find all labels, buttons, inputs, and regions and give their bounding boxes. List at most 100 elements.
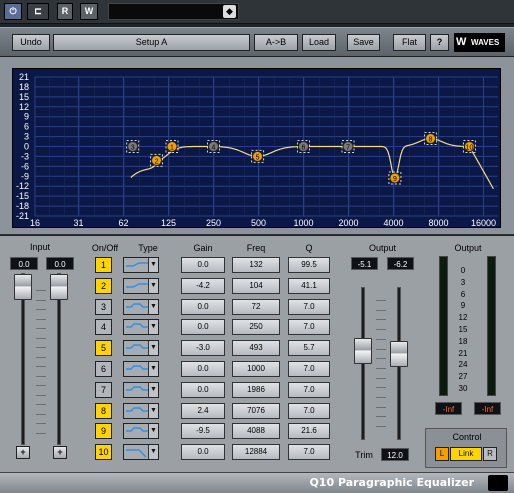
band-q-value[interactable]: 7.0	[288, 319, 330, 336]
eq-node[interactable]: 8	[424, 132, 438, 146]
eq-graph-canvas[interactable]: 211815129630-3-6-9-12-15-18-2116 31 62 125 2…	[13, 69, 502, 229]
band-freq-value[interactable]: 12884	[232, 444, 280, 461]
meter-peak-left[interactable]: -Inf	[435, 402, 462, 415]
eq-node[interactable]: 9	[388, 171, 402, 185]
automation-read-button[interactable]: R	[57, 3, 73, 20]
band-freq-value[interactable]: 1000	[232, 361, 280, 377]
triangle-down-icon[interactable]: ▼	[148, 341, 158, 356]
band-q-value[interactable]: 7.0	[288, 298, 330, 315]
band-onoff-button[interactable]: 8	[95, 402, 112, 419]
triangle-down-icon[interactable]: ▼	[148, 424, 158, 439]
bypass-button[interactable]: ⊏	[27, 3, 49, 20]
band-type-select[interactable]: ▼	[123, 381, 159, 398]
input-right-value[interactable]: 0.0	[46, 257, 74, 270]
eq-node[interactable]: 3	[126, 140, 140, 153]
band-onoff-button[interactable]: 7	[95, 381, 112, 398]
control-link-button[interactable]: Link	[450, 447, 482, 461]
control-r-button[interactable]: R	[483, 447, 497, 461]
input-left-fader[interactable]	[14, 274, 32, 300]
input-right-plus-button[interactable]: +	[53, 446, 67, 459]
band-type-select[interactable]: ▼	[123, 298, 159, 315]
band-freq-value[interactable]: 104	[232, 277, 280, 294]
triangle-down-icon[interactable]: ▼	[148, 403, 158, 418]
eq-node[interactable]: 5	[251, 149, 265, 163]
band-q-value[interactable]: 99.5	[288, 257, 330, 273]
band-gain-value[interactable]: 0.0	[181, 381, 225, 398]
band-q-value[interactable]: 21.6	[288, 423, 330, 440]
band-gain-value[interactable]: 0.0	[181, 257, 225, 273]
power-button[interactable]: ⏻	[4, 3, 22, 20]
band-q-value[interactable]: 41.1	[288, 277, 330, 294]
output-left-fader[interactable]	[354, 338, 372, 364]
a-to-b-button[interactable]: A->B	[254, 34, 298, 51]
band-q-value[interactable]: 7.0	[288, 381, 330, 398]
band-type-select[interactable]: ▼	[123, 444, 159, 461]
band-gain-value[interactable]: -9.5	[181, 423, 225, 440]
band-q-value[interactable]: 7.0	[288, 402, 330, 419]
band-onoff-button[interactable]: 2	[95, 277, 112, 294]
band-q-value[interactable]: 7.0	[288, 361, 330, 377]
undo-button[interactable]: Undo	[12, 34, 50, 51]
automation-write-button[interactable]: W	[80, 3, 98, 20]
setup-button[interactable]: Setup A	[53, 34, 250, 51]
band-type-select[interactable]: ▼	[123, 423, 159, 440]
band-q-value[interactable]: 7.0	[288, 444, 330, 461]
control-l-button[interactable]: L	[435, 447, 449, 461]
band-type-select[interactable]: ▼	[123, 402, 159, 419]
eq-node[interactable]: 4	[206, 140, 220, 153]
band-onoff-button[interactable]: 10	[95, 444, 112, 461]
band-q-value[interactable]: 5.7	[288, 340, 330, 357]
band-freq-value[interactable]: 7076	[232, 402, 280, 419]
band-gain-value[interactable]: 0.0	[181, 444, 225, 461]
input-left-plus-button[interactable]: +	[16, 446, 30, 459]
band-type-select[interactable]: ▼	[123, 361, 159, 377]
band-type-select[interactable]: ▼	[123, 257, 159, 273]
band-freq-value[interactable]: 132	[232, 257, 280, 273]
band-type-select[interactable]: ▼	[123, 340, 159, 357]
band-onoff-button[interactable]: 1	[95, 257, 112, 273]
output-left-value[interactable]: -5.1	[351, 257, 378, 270]
triangle-down-icon[interactable]: ▼	[148, 258, 158, 272]
meter-peak-right[interactable]: -Inf	[474, 402, 501, 415]
triangle-down-icon[interactable]: ▼	[148, 320, 158, 335]
band-freq-value[interactable]: 72	[232, 298, 280, 315]
band-gain-value[interactable]: -4.2	[181, 277, 225, 294]
band-type-select[interactable]: ▼	[123, 277, 159, 294]
band-freq-value[interactable]: 1986	[232, 381, 280, 398]
flat-button[interactable]: Flat	[393, 34, 426, 51]
band-type-select[interactable]: ▼	[123, 319, 159, 336]
eq-node[interactable]: 7	[341, 140, 355, 153]
save-button[interactable]: Save	[347, 34, 380, 51]
preset-selector[interactable]: ◆	[108, 3, 239, 20]
band-onoff-button[interactable]: 4	[95, 319, 112, 336]
band-onoff-button[interactable]: 9	[95, 423, 112, 440]
band-gain-value[interactable]: 0.0	[181, 361, 225, 377]
eq-graph[interactable]: 21 18 15 12 9 6 3 0 -3 -6 -9 -12 -15 -18 -21 16 31 62 125 2…	[12, 68, 501, 228]
triangle-down-icon[interactable]: ▼	[148, 278, 158, 293]
output-right-fader[interactable]	[390, 341, 408, 367]
eq-node[interactable]: 6	[296, 140, 310, 153]
triangle-down-icon[interactable]: ▼	[148, 299, 158, 314]
eq-node[interactable]: 1	[165, 140, 179, 153]
eq-node[interactable]: 10	[462, 140, 476, 153]
input-left-value[interactable]: 0.0	[10, 257, 38, 270]
band-gain-value[interactable]: -3.0	[181, 340, 225, 357]
help-button[interactable]: ?	[430, 34, 449, 51]
band-onoff-button[interactable]: 5	[95, 340, 112, 357]
band-gain-value[interactable]: 0.0	[181, 298, 225, 315]
triangle-down-icon[interactable]: ▼	[148, 445, 158, 460]
band-freq-value[interactable]: 493	[232, 340, 280, 357]
load-button[interactable]: Load	[302, 34, 336, 51]
triangle-down-icon[interactable]: ▼	[148, 382, 158, 397]
band-onoff-button[interactable]: 6	[95, 361, 112, 377]
diamond-arrow-icon[interactable]: ◆	[223, 5, 236, 18]
band-freq-value[interactable]: 4088	[232, 423, 280, 440]
triangle-down-icon[interactable]: ▼	[148, 362, 158, 376]
band-gain-value[interactable]: 0.0	[181, 319, 225, 336]
output-right-value[interactable]: -6.2	[387, 257, 414, 270]
trim-value[interactable]: 12.0	[381, 448, 409, 461]
band-onoff-button[interactable]: 3	[95, 298, 112, 315]
input-right-fader[interactable]	[50, 274, 68, 300]
band-gain-value[interactable]: 2.4	[181, 402, 225, 419]
band-freq-value[interactable]: 250	[232, 319, 280, 336]
